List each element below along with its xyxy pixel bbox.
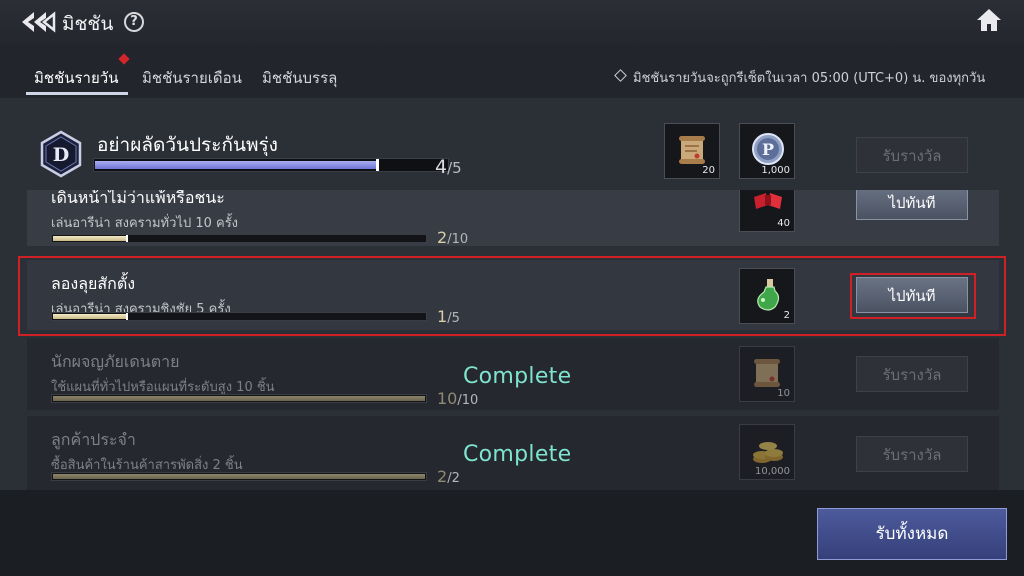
mission-progress-bar	[51, 312, 427, 321]
mission-name: นักผจญภัยเดนตาย	[51, 352, 180, 371]
mission-progress-current: 2	[437, 467, 448, 486]
mission-progress-total: /10	[447, 232, 469, 247]
notification-dot	[118, 53, 130, 65]
mission-progress-tick	[126, 235, 128, 242]
summary-progress-bar	[93, 158, 449, 172]
reward-slot-scroll[interactable]: 10	[739, 346, 795, 402]
claim-all-button[interactable]: รับทั้งหมด	[817, 508, 1007, 560]
mission-progress-bar	[51, 394, 427, 403]
svg-text:P: P	[762, 140, 774, 159]
mission-name: เดินหน้าไม่ว่าแพ้หรือชนะ	[51, 190, 225, 207]
mission-progress-fill	[53, 396, 425, 401]
go-now-button[interactable]: ไปทันที	[856, 277, 968, 313]
mission-progress-total: /10	[457, 393, 479, 408]
page-title: มิชชัน	[62, 13, 114, 35]
scroll-icon	[754, 359, 780, 387]
mission-progress-fill	[53, 474, 425, 479]
reward-slot-scroll[interactable]: 20	[664, 123, 720, 179]
mission-progress-bar	[51, 472, 427, 481]
claim-button[interactable]: รับรางวัล	[856, 356, 968, 392]
badge-letter: D	[53, 144, 69, 166]
mission-name: ลองลุยสักตั้ง	[51, 274, 136, 293]
mission-list[interactable]: เดินหน้าไม่ว่าแพ้หรือชนะ เล่นอารีน่า สงค…	[27, 190, 999, 490]
active-tab-indicator	[26, 92, 128, 95]
complete-label: Complete	[463, 364, 572, 389]
tab-achievement[interactable]: มิชชันบรรลุ	[262, 66, 337, 90]
mission-progress-fill	[53, 236, 127, 241]
summary-progress-total: /5	[447, 159, 462, 177]
diamond-icon	[614, 69, 627, 82]
home-icon[interactable]	[976, 8, 1002, 32]
potion-icon	[757, 279, 780, 311]
gold-coins-icon	[753, 442, 783, 463]
summary-progress-fill	[95, 161, 377, 169]
mission-row: ลูกค้าประจำ ซื้อสินค้าในร้านค้าสารพัดสิ่…	[27, 416, 999, 490]
reset-note-text: มิชชันรายวันจะถูกรีเซ็ตในเวลา 05:00 (UTC…	[633, 71, 986, 86]
daily-summary: D อย่าผลัดวันประกันพรุ่ง 4/5 20 P 1,000 …	[27, 118, 999, 194]
help-icon[interactable]: ?	[124, 12, 144, 32]
reward-slot-p-coin[interactable]: P 1,000	[739, 123, 795, 179]
complete-label: Complete	[463, 442, 572, 467]
top-bar: มิชชัน ?	[0, 0, 1024, 44]
p-coin-icon: P	[752, 133, 784, 165]
rank-d-badge-icon: D	[40, 130, 82, 178]
tab-monthly[interactable]: มิชชันรายเดือน	[142, 66, 242, 90]
claim-button[interactable]: รับรางวัล	[856, 436, 968, 472]
mission-progress-current: 1	[437, 307, 448, 326]
mission-progress-bar	[51, 234, 427, 243]
mission-row: เดินหน้าไม่ว่าแพ้หรือชนะ เล่นอารีน่า สงค…	[27, 190, 999, 247]
reward-slot-ribbon[interactable]: 40	[739, 190, 795, 232]
mission-progress-total: /5	[447, 311, 460, 326]
go-now-button[interactable]: ไปทันที	[856, 190, 968, 220]
mission-progress-text: 2/10	[437, 228, 468, 247]
reward-qty: 40	[777, 218, 790, 229]
reward-slot-gold[interactable]: 10,000	[739, 424, 795, 480]
mission-name: ลูกค้าประจำ	[51, 430, 136, 449]
tab-daily[interactable]: มิชชันรายวัน	[34, 66, 118, 90]
mission-progress-fill	[53, 314, 127, 319]
mission-progress-text: 10/10	[437, 389, 478, 408]
mission-progress-text: 1/5	[437, 307, 460, 326]
mission-progress-current: 10	[437, 389, 458, 408]
reset-note: มิชชันรายวันจะถูกรีเซ็ตในเวลา 05:00 (UTC…	[614, 67, 986, 88]
reward-qty: 20	[702, 165, 715, 176]
summary-progress-text: 4/5	[435, 156, 462, 178]
mission-desc: เล่นอารีน่า สงครามทั่วไป 10 ครั้ง	[51, 216, 239, 231]
summary-progress-tick	[376, 159, 379, 171]
mission-row: นักผจญภัยเดนตาย ใช้แผนที่ทั่วไปหรือแผนที…	[27, 338, 999, 410]
mission-progress-text: 2/2	[437, 467, 460, 486]
reward-qty: 10,000	[755, 466, 790, 477]
mission-progress-tick	[126, 313, 128, 320]
mission-progress-total: /2	[447, 471, 460, 486]
summary-title: อย่าผลัดวันประกันพรุ่ง	[97, 134, 278, 156]
summary-progress-current: 4	[435, 156, 448, 178]
mission-progress-current: 2	[437, 228, 448, 247]
reward-qty: 1,000	[761, 165, 790, 176]
summary-claim-button[interactable]: รับรางวัล	[856, 137, 968, 173]
scroll-icon	[679, 136, 705, 164]
back-icon[interactable]	[20, 11, 56, 33]
reward-qty: 2	[783, 310, 790, 321]
reward-slot-potion[interactable]: 2	[739, 268, 795, 324]
mission-row: ลองลุยสักตั้ง เล่นอารีน่า สงครามชิงชัย 5…	[27, 260, 999, 330]
reward-qty: 10	[777, 388, 790, 399]
